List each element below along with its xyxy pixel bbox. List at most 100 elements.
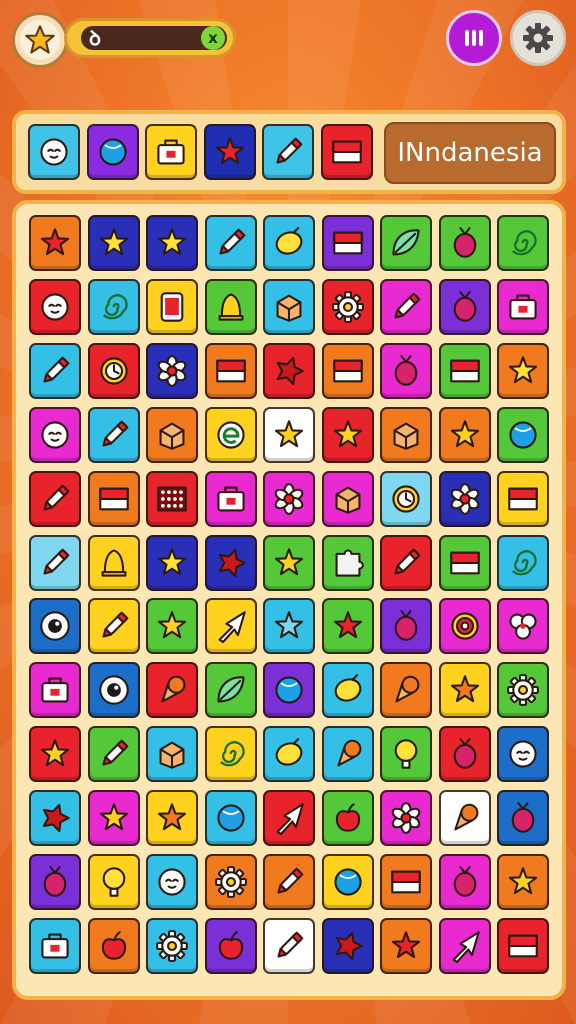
- board-tile[interactable]: [321, 726, 374, 783]
- board-tile[interactable]: [146, 470, 198, 527]
- board-tile[interactable]: [380, 470, 432, 527]
- board-tile[interactable]: [263, 406, 315, 463]
- board-tile[interactable]: [204, 662, 257, 719]
- board-tile[interactable]: [29, 278, 81, 335]
- board-tile[interactable]: [497, 662, 549, 719]
- board-tile[interactable]: [321, 790, 374, 847]
- board-tile[interactable]: [87, 215, 140, 271]
- board-tile[interactable]: [87, 406, 140, 463]
- board-tile[interactable]: [497, 598, 549, 655]
- board-tile[interactable]: [263, 726, 315, 783]
- board-tile[interactable]: [321, 854, 374, 910]
- board-tile[interactable]: [497, 406, 549, 463]
- board-tile[interactable]: [497, 854, 549, 910]
- board-tile[interactable]: [146, 278, 198, 335]
- board-tile[interactable]: [146, 215, 198, 271]
- board-tile[interactable]: [29, 470, 81, 527]
- board-tile[interactable]: [380, 342, 432, 399]
- board-tile[interactable]: [204, 790, 257, 847]
- star-badge[interactable]: [12, 12, 68, 68]
- board-tile[interactable]: [263, 215, 315, 271]
- board-tile[interactable]: [380, 598, 432, 655]
- board-tile[interactable]: [146, 342, 198, 399]
- board-tile[interactable]: [87, 470, 140, 527]
- board-tile[interactable]: [146, 406, 198, 463]
- board-tile[interactable]: [497, 534, 549, 591]
- board-tile[interactable]: [29, 662, 81, 719]
- board-tile[interactable]: [87, 662, 140, 719]
- board-tile[interactable]: [263, 342, 315, 399]
- board-tile[interactable]: [438, 917, 491, 974]
- board-tile[interactable]: [87, 790, 140, 847]
- board-tile[interactable]: [438, 854, 491, 910]
- board-tile[interactable]: [380, 534, 432, 591]
- board-tile[interactable]: [497, 726, 549, 783]
- board-tile[interactable]: [380, 278, 432, 335]
- board-tile[interactable]: [29, 790, 81, 847]
- pause-button[interactable]: [446, 10, 502, 66]
- board-tile[interactable]: [29, 406, 81, 463]
- board-tile[interactable]: [204, 470, 257, 527]
- board-tile[interactable]: [497, 917, 549, 974]
- board-tile[interactable]: [497, 790, 549, 847]
- board-tile[interactable]: [204, 278, 257, 335]
- board-tile[interactable]: [321, 278, 374, 335]
- board-tile[interactable]: [321, 598, 374, 655]
- board-tile[interactable]: [29, 534, 81, 591]
- board-tile[interactable]: [87, 598, 140, 655]
- board-tile[interactable]: [497, 470, 549, 527]
- board-tile[interactable]: [87, 917, 140, 974]
- board-tile[interactable]: [87, 854, 140, 910]
- board-tile[interactable]: [87, 726, 140, 783]
- board-tile[interactable]: [204, 726, 257, 783]
- board-tile[interactable]: [438, 598, 491, 655]
- board-tile[interactable]: [438, 278, 491, 335]
- board-tile[interactable]: [380, 406, 432, 463]
- board-tile[interactable]: [321, 215, 374, 271]
- board-tile[interactable]: [321, 470, 374, 527]
- board-tile[interactable]: [263, 854, 315, 910]
- board-tile[interactable]: [146, 917, 198, 974]
- board-tile[interactable]: [29, 726, 81, 783]
- board-tile[interactable]: [204, 406, 257, 463]
- board-tile[interactable]: [438, 726, 491, 783]
- board-tile[interactable]: [146, 662, 198, 719]
- board-tile[interactable]: [438, 790, 491, 847]
- board-tile[interactable]: [29, 917, 81, 974]
- board-tile[interactable]: [438, 534, 491, 591]
- board-tile[interactable]: [380, 854, 432, 910]
- board-tile[interactable]: [438, 406, 491, 463]
- close-button[interactable]: x: [201, 26, 225, 50]
- board-tile[interactable]: [321, 917, 374, 974]
- board-tile[interactable]: [263, 662, 315, 719]
- board-tile[interactable]: [204, 854, 257, 910]
- board-tile[interactable]: [146, 854, 198, 910]
- board-tile[interactable]: [321, 534, 374, 591]
- board-tile[interactable]: [497, 342, 549, 399]
- board-tile[interactable]: [204, 598, 257, 655]
- board-tile[interactable]: [497, 278, 549, 335]
- board-tile[interactable]: [146, 726, 198, 783]
- board-tile[interactable]: [29, 854, 81, 910]
- board-tile[interactable]: [380, 790, 432, 847]
- board-tile[interactable]: [263, 278, 315, 335]
- settings-button[interactable]: [510, 10, 566, 66]
- board-tile[interactable]: [87, 278, 140, 335]
- board-tile[interactable]: [204, 534, 257, 591]
- board-tile[interactable]: [204, 215, 257, 271]
- board-tile[interactable]: [263, 917, 315, 974]
- board-tile[interactable]: [438, 215, 491, 271]
- board-tile[interactable]: [87, 342, 140, 399]
- board-tile[interactable]: [263, 598, 315, 655]
- board-tile[interactable]: [438, 662, 491, 719]
- board-tile[interactable]: [29, 215, 81, 271]
- board-tile[interactable]: [321, 662, 374, 719]
- board-tile[interactable]: [380, 662, 432, 719]
- board-tile[interactable]: [380, 726, 432, 783]
- board-tile[interactable]: [146, 790, 198, 847]
- board-tile[interactable]: [321, 342, 374, 399]
- board-tile[interactable]: [29, 598, 81, 655]
- board-tile[interactable]: [380, 215, 432, 271]
- board-tile[interactable]: [87, 534, 140, 591]
- board-tile[interactable]: [497, 215, 549, 271]
